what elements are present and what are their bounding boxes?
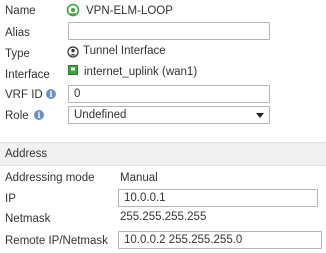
chevron-down-icon (256, 113, 264, 118)
netmask-value: 255.255.255.255 (120, 211, 207, 223)
role-select[interactable]: Undefined (68, 106, 270, 124)
section-title: Address (5, 148, 48, 160)
interface-name-value: VPN-ELM-LOOP (86, 5, 173, 17)
addressing-mode-label: Addressing mode (5, 172, 95, 184)
remote-ip-input[interactable]: 10.0.0.2 255.255.255.0 (118, 231, 322, 249)
type-label: Type (5, 48, 30, 60)
remote-ip-label: Remote IP/Netmask (5, 235, 108, 247)
info-icon[interactable]: i (46, 89, 56, 99)
alias-label: Alias (5, 27, 30, 39)
vrf-id-input[interactable]: 0 (68, 85, 270, 103)
vrf-id-label: VRF ID (5, 89, 43, 101)
interface-value: internet_uplink (wan1) (84, 66, 198, 78)
address-section-header: Address (0, 142, 326, 166)
interface-label: Interface (5, 69, 50, 81)
netmask-label: Netmask (5, 213, 51, 225)
info-icon[interactable]: i (34, 110, 44, 120)
type-value: Tunnel Interface (83, 45, 166, 57)
tunnel-status-icon (66, 3, 80, 17)
role-select-value: Undefined (74, 109, 127, 121)
port-icon (68, 65, 78, 75)
role-label: Role (5, 110, 29, 122)
alias-input[interactable] (68, 22, 270, 40)
addressing-mode-value: Manual (120, 172, 158, 184)
ip-input[interactable]: 10.0.0.1 (118, 189, 318, 207)
name-label: Name (5, 5, 36, 17)
tunnel-icon (67, 46, 79, 58)
ip-label: IP (5, 193, 16, 205)
